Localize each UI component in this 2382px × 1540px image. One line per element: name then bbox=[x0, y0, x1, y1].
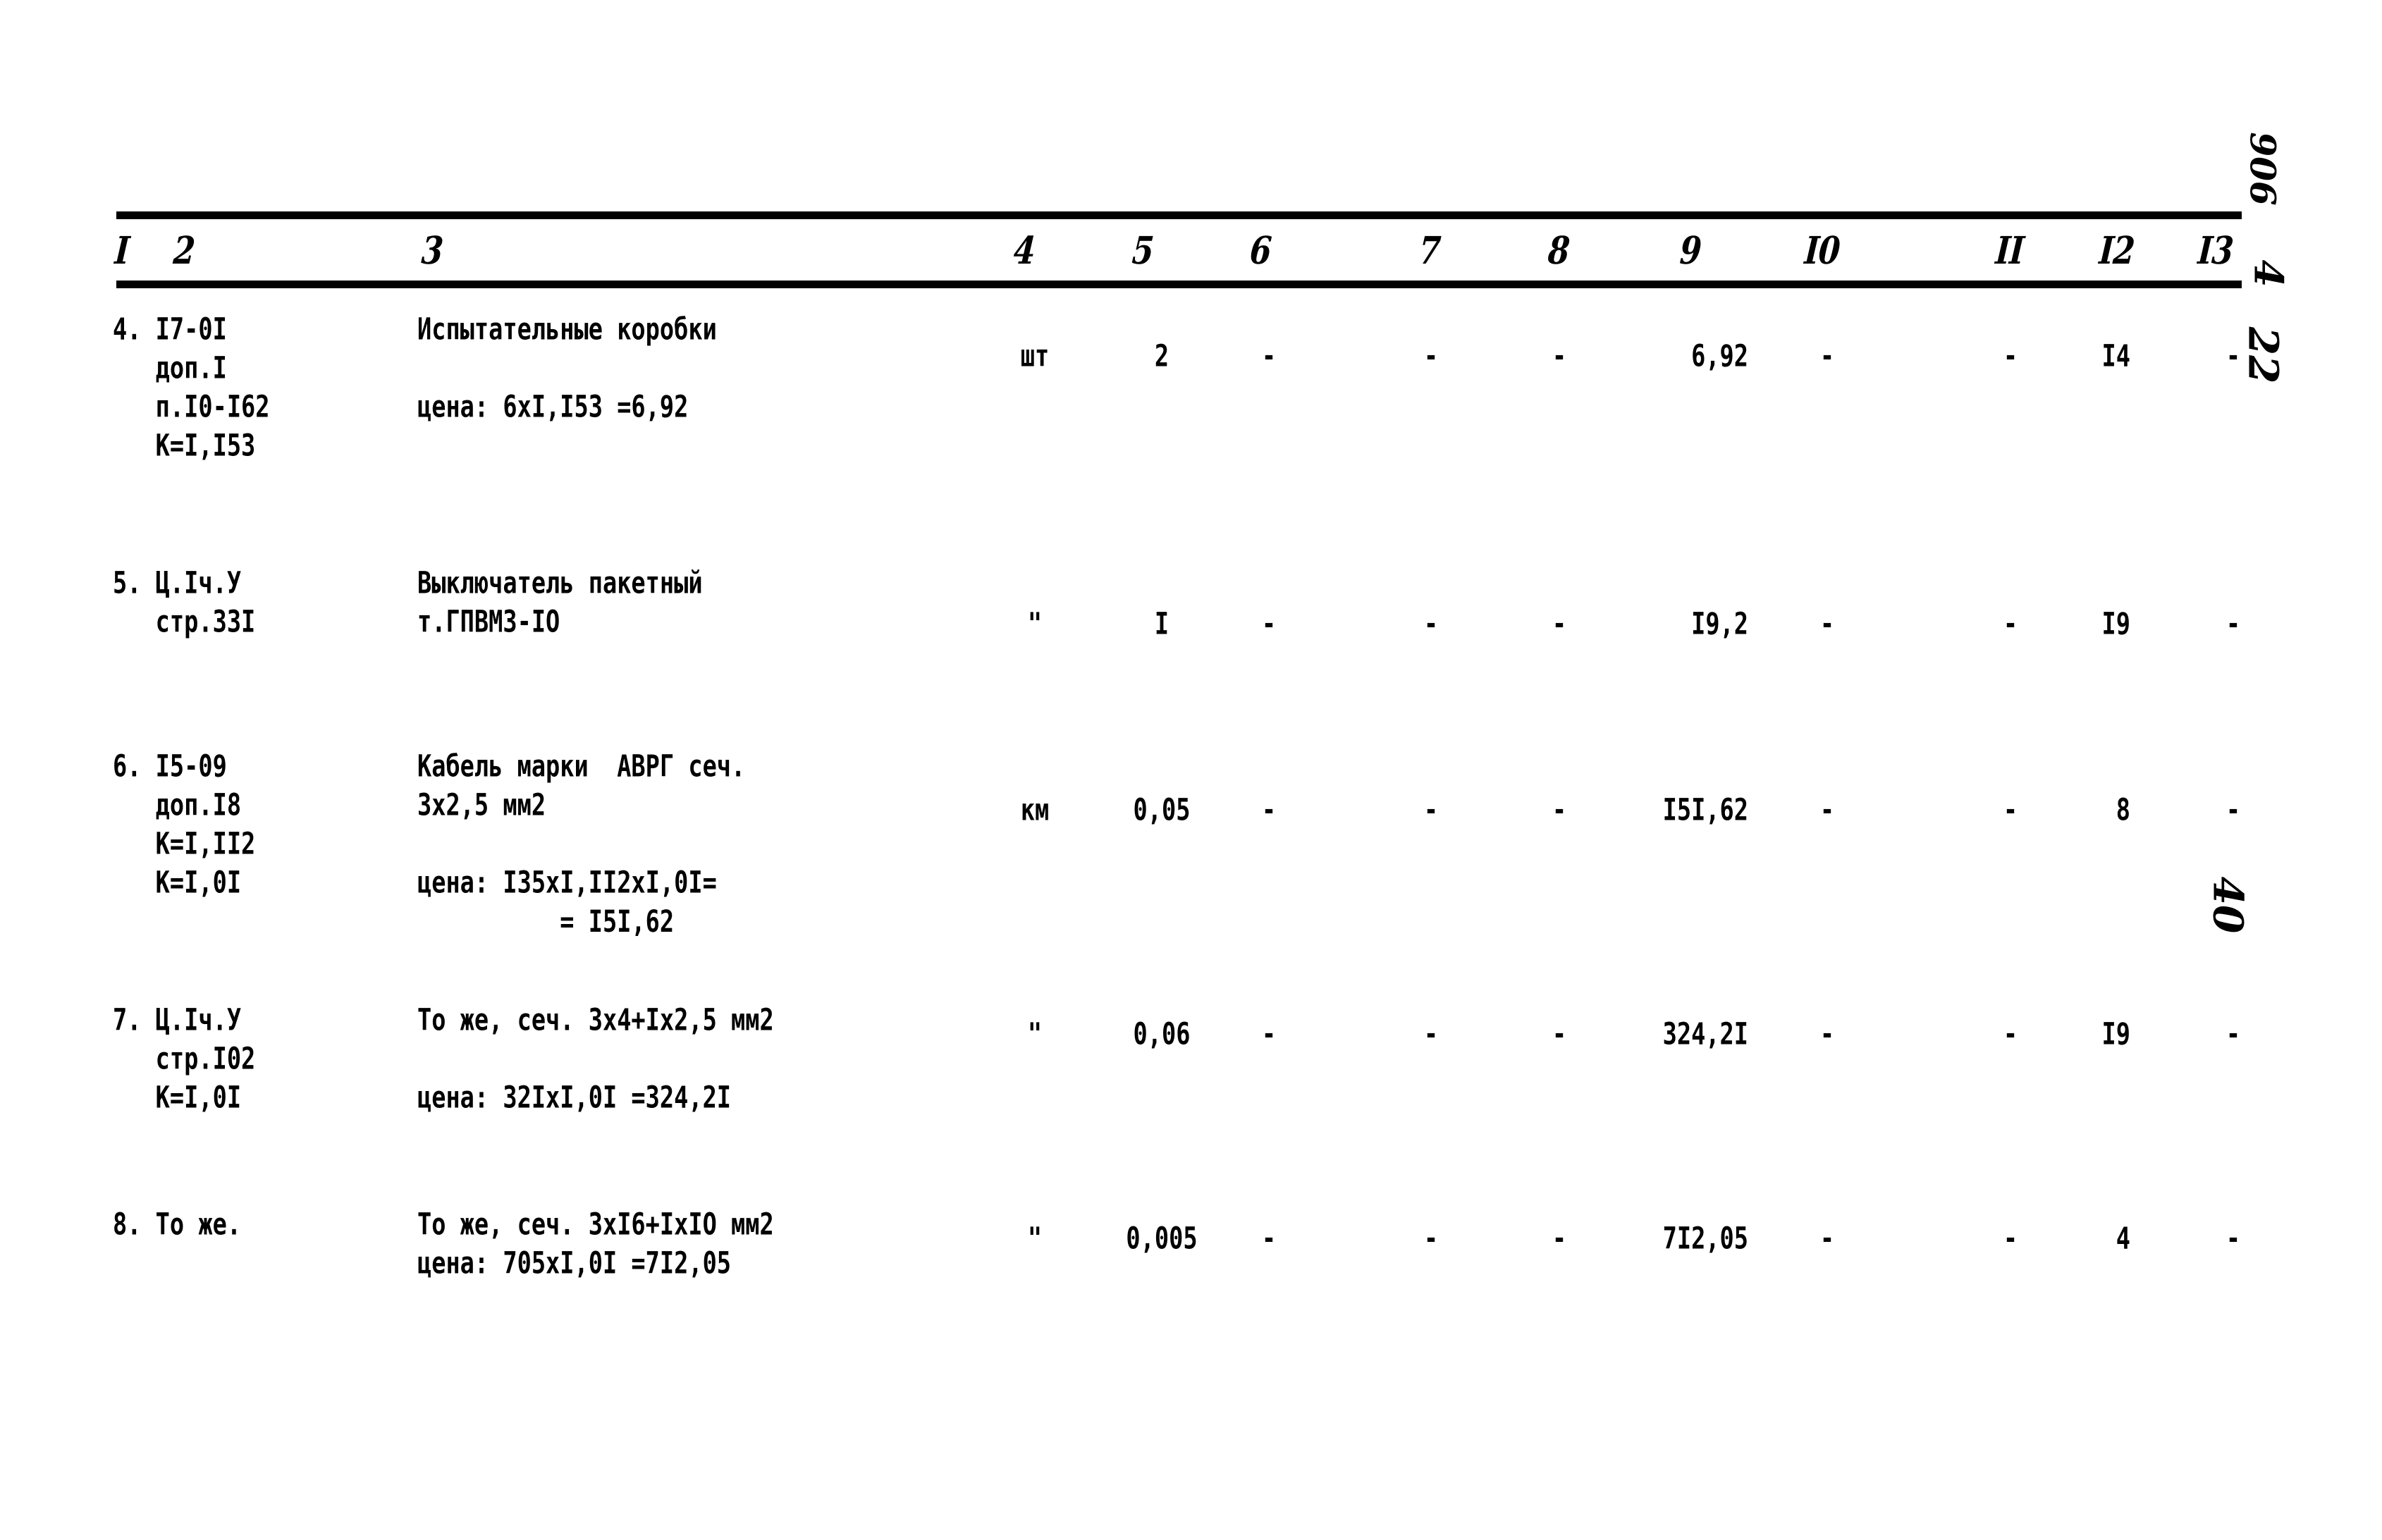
row-col-13: - bbox=[2226, 1221, 2241, 1256]
row-col-10: - bbox=[1819, 1221, 1835, 1256]
row-col-12: I9 bbox=[2101, 607, 2130, 641]
row-col-10: - bbox=[1819, 339, 1835, 374]
row-unit: шт bbox=[1020, 339, 1050, 374]
table-header-bottom-rule bbox=[116, 281, 2242, 288]
column-header-8: 8 bbox=[1546, 229, 1571, 273]
column-header-9: 9 bbox=[1678, 229, 1702, 273]
row-description: То же, сеч. 3хI6+IхIO мм2 цена: 705хI,0I… bbox=[417, 1207, 774, 1281]
column-header-7: 7 bbox=[1417, 229, 1442, 273]
row-col-10: - bbox=[1819, 607, 1835, 641]
row-unit: км bbox=[1020, 793, 1050, 827]
row-col-6: - bbox=[1261, 793, 1277, 827]
row-col-6: - bbox=[1261, 607, 1277, 641]
column-header-3: 3 bbox=[419, 229, 444, 273]
row-description: Выключатель пакетный т.ГПВМЗ-IO bbox=[417, 566, 703, 640]
column-header-6: 6 bbox=[1248, 229, 1272, 273]
row-col-13: - bbox=[2226, 793, 2241, 827]
row-col-13: - bbox=[2226, 1017, 2241, 1052]
column-header-II: II bbox=[1994, 229, 2025, 273]
row-col-6: - bbox=[1261, 1017, 1277, 1052]
row-quantity: 0,005 bbox=[1126, 1221, 1198, 1256]
scanned-page: I 2 3 4 5 6 7 8 9 I0 II I2 I3 4. I7-0I доп.I п.I0-I6… bbox=[0, 0, 2382, 1540]
row-unit: " bbox=[1027, 1221, 1043, 1256]
row-col-9: 324,2I bbox=[1662, 1017, 1748, 1052]
row-col-6: - bbox=[1261, 339, 1277, 374]
column-header-5: 5 bbox=[1130, 229, 1155, 273]
row-quantity: 2 bbox=[1154, 339, 1169, 374]
margin-note-page-number: 906 bbox=[2242, 132, 2284, 206]
row-col-7: - bbox=[1423, 793, 1439, 827]
row-col-10: - bbox=[1819, 1017, 1835, 1052]
row-col-13: - bbox=[2226, 607, 2241, 641]
row-code: 8. То же. bbox=[113, 1207, 242, 1242]
row-unit: " bbox=[1027, 1017, 1043, 1052]
column-header-I2: I2 bbox=[2097, 229, 2136, 273]
row-col-6: - bbox=[1261, 1221, 1277, 1256]
row-col-7: - bbox=[1423, 339, 1439, 374]
row-code: 6. I5-09 доп.I8 К=I,II2 К=I,0I bbox=[113, 749, 256, 901]
row-col-9: I5I,62 bbox=[1662, 793, 1748, 827]
row-description: То же, сеч. 3х4+Iх2,5 мм2 цена: 32IхI,0I… bbox=[417, 1003, 774, 1116]
column-header-4: 4 bbox=[1012, 229, 1036, 273]
row-description: Кабель марки АВРГ сеч. 3х2,5 мм2 цена: I… bbox=[417, 749, 746, 940]
row-col-12: I9 bbox=[2101, 1017, 2130, 1052]
row-unit: " bbox=[1027, 607, 1043, 641]
row-col-12: 4 bbox=[2116, 1221, 2130, 1256]
row-quantity: I bbox=[1154, 607, 1169, 641]
row-col-7: - bbox=[1423, 607, 1439, 641]
row-quantity: 0,06 bbox=[1133, 1017, 1191, 1052]
column-header-2: 2 bbox=[171, 229, 196, 273]
row-code: 4. I7-0I доп.I п.I0-I62 К=I,I53 bbox=[113, 312, 270, 464]
margin-note-after-col13: 4 bbox=[2245, 259, 2292, 288]
row-code: 5. Ц.Iч.У стр.33I bbox=[113, 566, 256, 640]
row-col-9: I9,2 bbox=[1691, 607, 1748, 641]
margin-note-22: 22 bbox=[2239, 326, 2288, 384]
row-col-7: - bbox=[1423, 1221, 1439, 1256]
column-header-I0: I0 bbox=[1803, 229, 1841, 273]
column-header-I: I bbox=[113, 229, 130, 273]
column-header-I3: I3 bbox=[2196, 229, 2235, 273]
row-description: Испытательные коробки цена: 6хI,I53 =6,9… bbox=[417, 312, 717, 425]
row-quantity: 0,05 bbox=[1133, 793, 1191, 827]
row-col-7: - bbox=[1423, 1017, 1439, 1052]
row-col-10: - bbox=[1819, 793, 1835, 827]
row-col-9: 7I2,05 bbox=[1662, 1221, 1748, 1256]
row-col-12: 8 bbox=[2116, 793, 2130, 827]
margin-note-40: 40 bbox=[2204, 876, 2252, 934]
row-col-12: I4 bbox=[2101, 339, 2130, 374]
table-top-rule bbox=[116, 211, 2242, 219]
row-col-9: 6,92 bbox=[1691, 339, 1748, 374]
row-code: 7. Ц.Iч.У стр.I02 К=I,0I bbox=[113, 1003, 256, 1116]
